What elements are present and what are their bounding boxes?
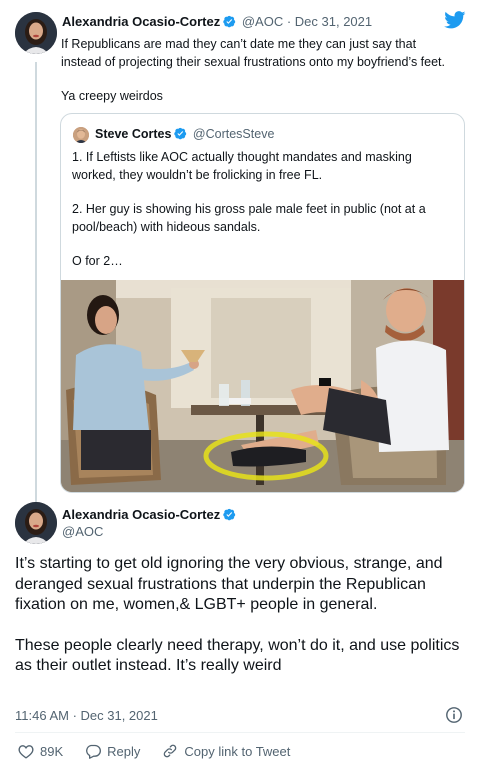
quoted-paragraph: 1. If Leftists like AOC actually thought… bbox=[72, 150, 412, 182]
quoted-paragraph: 2. Her guy is showing his gross pale mal… bbox=[72, 202, 426, 234]
quoted-paragraph: O for 2… bbox=[72, 254, 123, 268]
quoted-tweet-photo[interactable] bbox=[61, 280, 464, 492]
quoted-avatar bbox=[73, 127, 89, 143]
quoted-tweet-text: 1. If Leftists like AOC actually thought… bbox=[72, 149, 457, 271]
verified-badge-icon bbox=[174, 127, 187, 143]
author-name[interactable]: Alexandria Ocasio-Cortez bbox=[62, 14, 220, 29]
reply-bubble-icon bbox=[86, 744, 102, 759]
reply-author-row: Alexandria Ocasio-Cortez bbox=[62, 507, 238, 524]
link-icon bbox=[164, 744, 177, 758]
avatar[interactable] bbox=[15, 12, 57, 54]
copy-link-button[interactable]: Copy link to Tweet bbox=[162, 743, 290, 759]
quoted-author-name: Steve Cortes bbox=[95, 127, 172, 141]
tweet-paragraph: Ya creepy weirdos bbox=[61, 89, 163, 103]
like-count: 89K bbox=[40, 743, 64, 759]
reply-paragraph: These people clearly need therapy, won’t… bbox=[15, 636, 460, 675]
tweet-header: Alexandria Ocasio-Cortez @AOC · Dec 31, … bbox=[62, 14, 372, 31]
tweet-timestamp[interactable]: 11:46 AM · Dec 31, 2021 bbox=[15, 708, 158, 723]
reply-text: It’s starting to get old ignoring the ve… bbox=[15, 554, 470, 677]
info-icon[interactable] bbox=[445, 706, 463, 724]
reply-paragraph: It’s starting to get old ignoring the ve… bbox=[15, 555, 443, 613]
twitter-bird-icon[interactable] bbox=[444, 11, 466, 29]
quoted-tweet-header: Steve Cortes @CortesSteve bbox=[95, 127, 274, 143]
like-button[interactable]: 89K bbox=[18, 744, 63, 759]
reply-label: Reply bbox=[107, 743, 141, 759]
divider bbox=[15, 732, 465, 733]
author-handle[interactable]: @AOC bbox=[242, 14, 283, 29]
separator-dot: · bbox=[283, 14, 295, 29]
tweet-date[interactable]: Dec 31, 2021 bbox=[295, 14, 372, 29]
copy-link-label: Copy link to Tweet bbox=[184, 743, 291, 759]
quoted-tweet-card[interactable]: Steve Cortes @CortesSteve 1. If Leftists… bbox=[60, 113, 465, 493]
tweet-text: If Republicans are mad they can’t date m… bbox=[61, 35, 476, 105]
tweet-paragraph: If Republicans are mad they can’t date m… bbox=[61, 37, 446, 69]
reply-author-name[interactable]: Alexandria Ocasio-Cortez bbox=[62, 507, 220, 522]
verified-badge-icon bbox=[223, 15, 236, 31]
verified-badge-icon bbox=[223, 508, 236, 524]
action-bar: 89K Reply Copy link to Tweet bbox=[18, 743, 312, 759]
reply-avatar[interactable] bbox=[15, 502, 57, 544]
reply-author-handle[interactable]: @AOC bbox=[62, 524, 103, 539]
reply-button[interactable]: Reply bbox=[85, 744, 140, 759]
heart-icon bbox=[18, 744, 34, 759]
thread-connector-line bbox=[35, 62, 37, 502]
quoted-author-handle: @CortesSteve bbox=[192, 127, 275, 141]
